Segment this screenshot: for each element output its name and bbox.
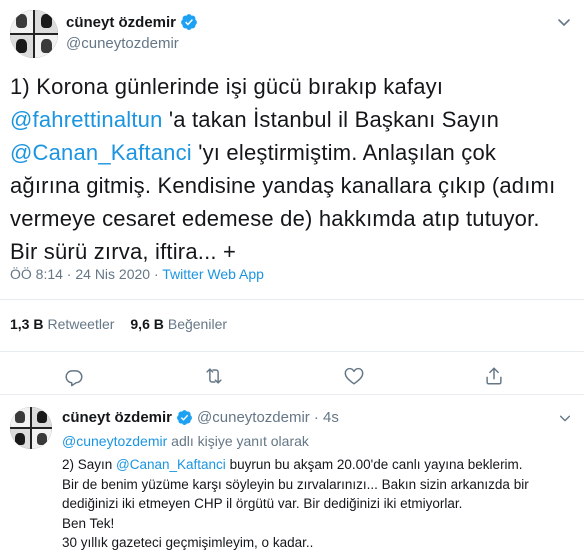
verified-badge-icon <box>181 14 197 30</box>
tweet-text: 1) Korona günlerinde işi gücü bırakıp ka… <box>10 70 570 268</box>
reply-line-1-prefix: 2) Sayın <box>62 457 117 472</box>
replying-to: @cuneytozdemir adlı kişiye yanıt olarak <box>62 433 309 449</box>
author-name-row[interactable]: cüneyt özdemir <box>66 13 198 31</box>
reply-line: 2) Sayın @Canan_Kaftanci buyrun bu akşam… <box>62 455 577 475</box>
tweet-meta: ÖÖ 8:14 · 24 Nis 2020 · Twitter Web App <box>10 266 264 282</box>
mention-link[interactable]: @Canan_Kaftanci <box>116 457 226 472</box>
likes-label: Beğeniler <box>167 316 228 332</box>
mention-link[interactable]: @Canan_Kaftanci <box>10 140 192 165</box>
reply-line: Bir de benim yüzüme karşı söyleyin bu zı… <box>62 476 529 492</box>
author-handle[interactable]: @cuneytozdemir <box>66 35 179 52</box>
action-bar <box>0 365 584 389</box>
likes-count: 9,6 B <box>130 316 164 332</box>
reply-text: 2) Sayın @Canan_Kaftanci buyrun bu akşam… <box>62 455 577 553</box>
tweet-stats: 1,3 B Retweetler 9,6 B Beğeniler <box>10 316 227 332</box>
avatar[interactable] <box>10 10 58 58</box>
verified-badge-icon <box>177 410 192 425</box>
tweet-text-part-1: 1) Korona günlerinde işi gücü bırakıp ka… <box>10 74 444 99</box>
reply-icon[interactable] <box>63 365 85 387</box>
replying-to-mention[interactable]: @cuneytozdemir <box>62 433 167 449</box>
divider <box>0 351 584 352</box>
tweet-source[interactable]: Twitter Web App <box>162 266 264 282</box>
likes-stat[interactable]: 9,6 B Beğeniler <box>130 316 227 332</box>
tweet-text-part-2: 'a takan İstanbul il Başkanı Sayın <box>162 107 500 132</box>
chevron-down-icon[interactable] <box>558 411 572 425</box>
chevron-down-icon[interactable] <box>556 14 572 30</box>
mention-link[interactable]: @fahrettinaltun <box>10 107 163 132</box>
reply-line: dediğinizi iki etmeyen CHP il örgütü var… <box>62 496 463 511</box>
reply-line: 30 yıllık gazeteci geçmişimleyim, o kada… <box>62 535 314 550</box>
reply-author-display-name[interactable]: cüneyt özdemir <box>62 409 172 426</box>
reply-line: Ben Tek! <box>62 515 115 531</box>
reply-author-handle[interactable]: @cuneytozdemir <box>197 409 310 426</box>
retweets-count: 1,3 B <box>10 316 44 332</box>
retweets-label: Retweetler <box>47 316 115 332</box>
like-icon[interactable] <box>343 365 365 387</box>
replying-to-suffix: adlı kişiye yanıt olarak <box>167 433 309 449</box>
tweet-timestamp[interactable]: ÖÖ 8:14 · 24 Nis 2020 <box>10 266 150 282</box>
avatar[interactable] <box>10 407 52 449</box>
retweet-icon[interactable] <box>203 365 225 387</box>
share-icon[interactable] <box>483 365 505 387</box>
author-display-name[interactable]: cüneyt özdemir <box>66 14 176 31</box>
reply-line-1-suffix: buyrun bu akşam 20.00'de canlı yayına be… <box>225 457 523 472</box>
reply-header: cüneyt özdemir @cuneytozdemir · 4s <box>62 409 339 426</box>
retweets-stat[interactable]: 1,3 B Retweetler <box>10 316 114 332</box>
reply-time[interactable]: · 4s <box>314 409 339 426</box>
reply-tweet[interactable]: cüneyt özdemir @cuneytozdemir · 4s @cune… <box>0 395 584 555</box>
divider <box>0 299 584 300</box>
main-tweet: cüneyt özdemir @cuneytozdemir 1) Korona … <box>0 0 584 395</box>
meta-separator: · <box>150 266 163 282</box>
